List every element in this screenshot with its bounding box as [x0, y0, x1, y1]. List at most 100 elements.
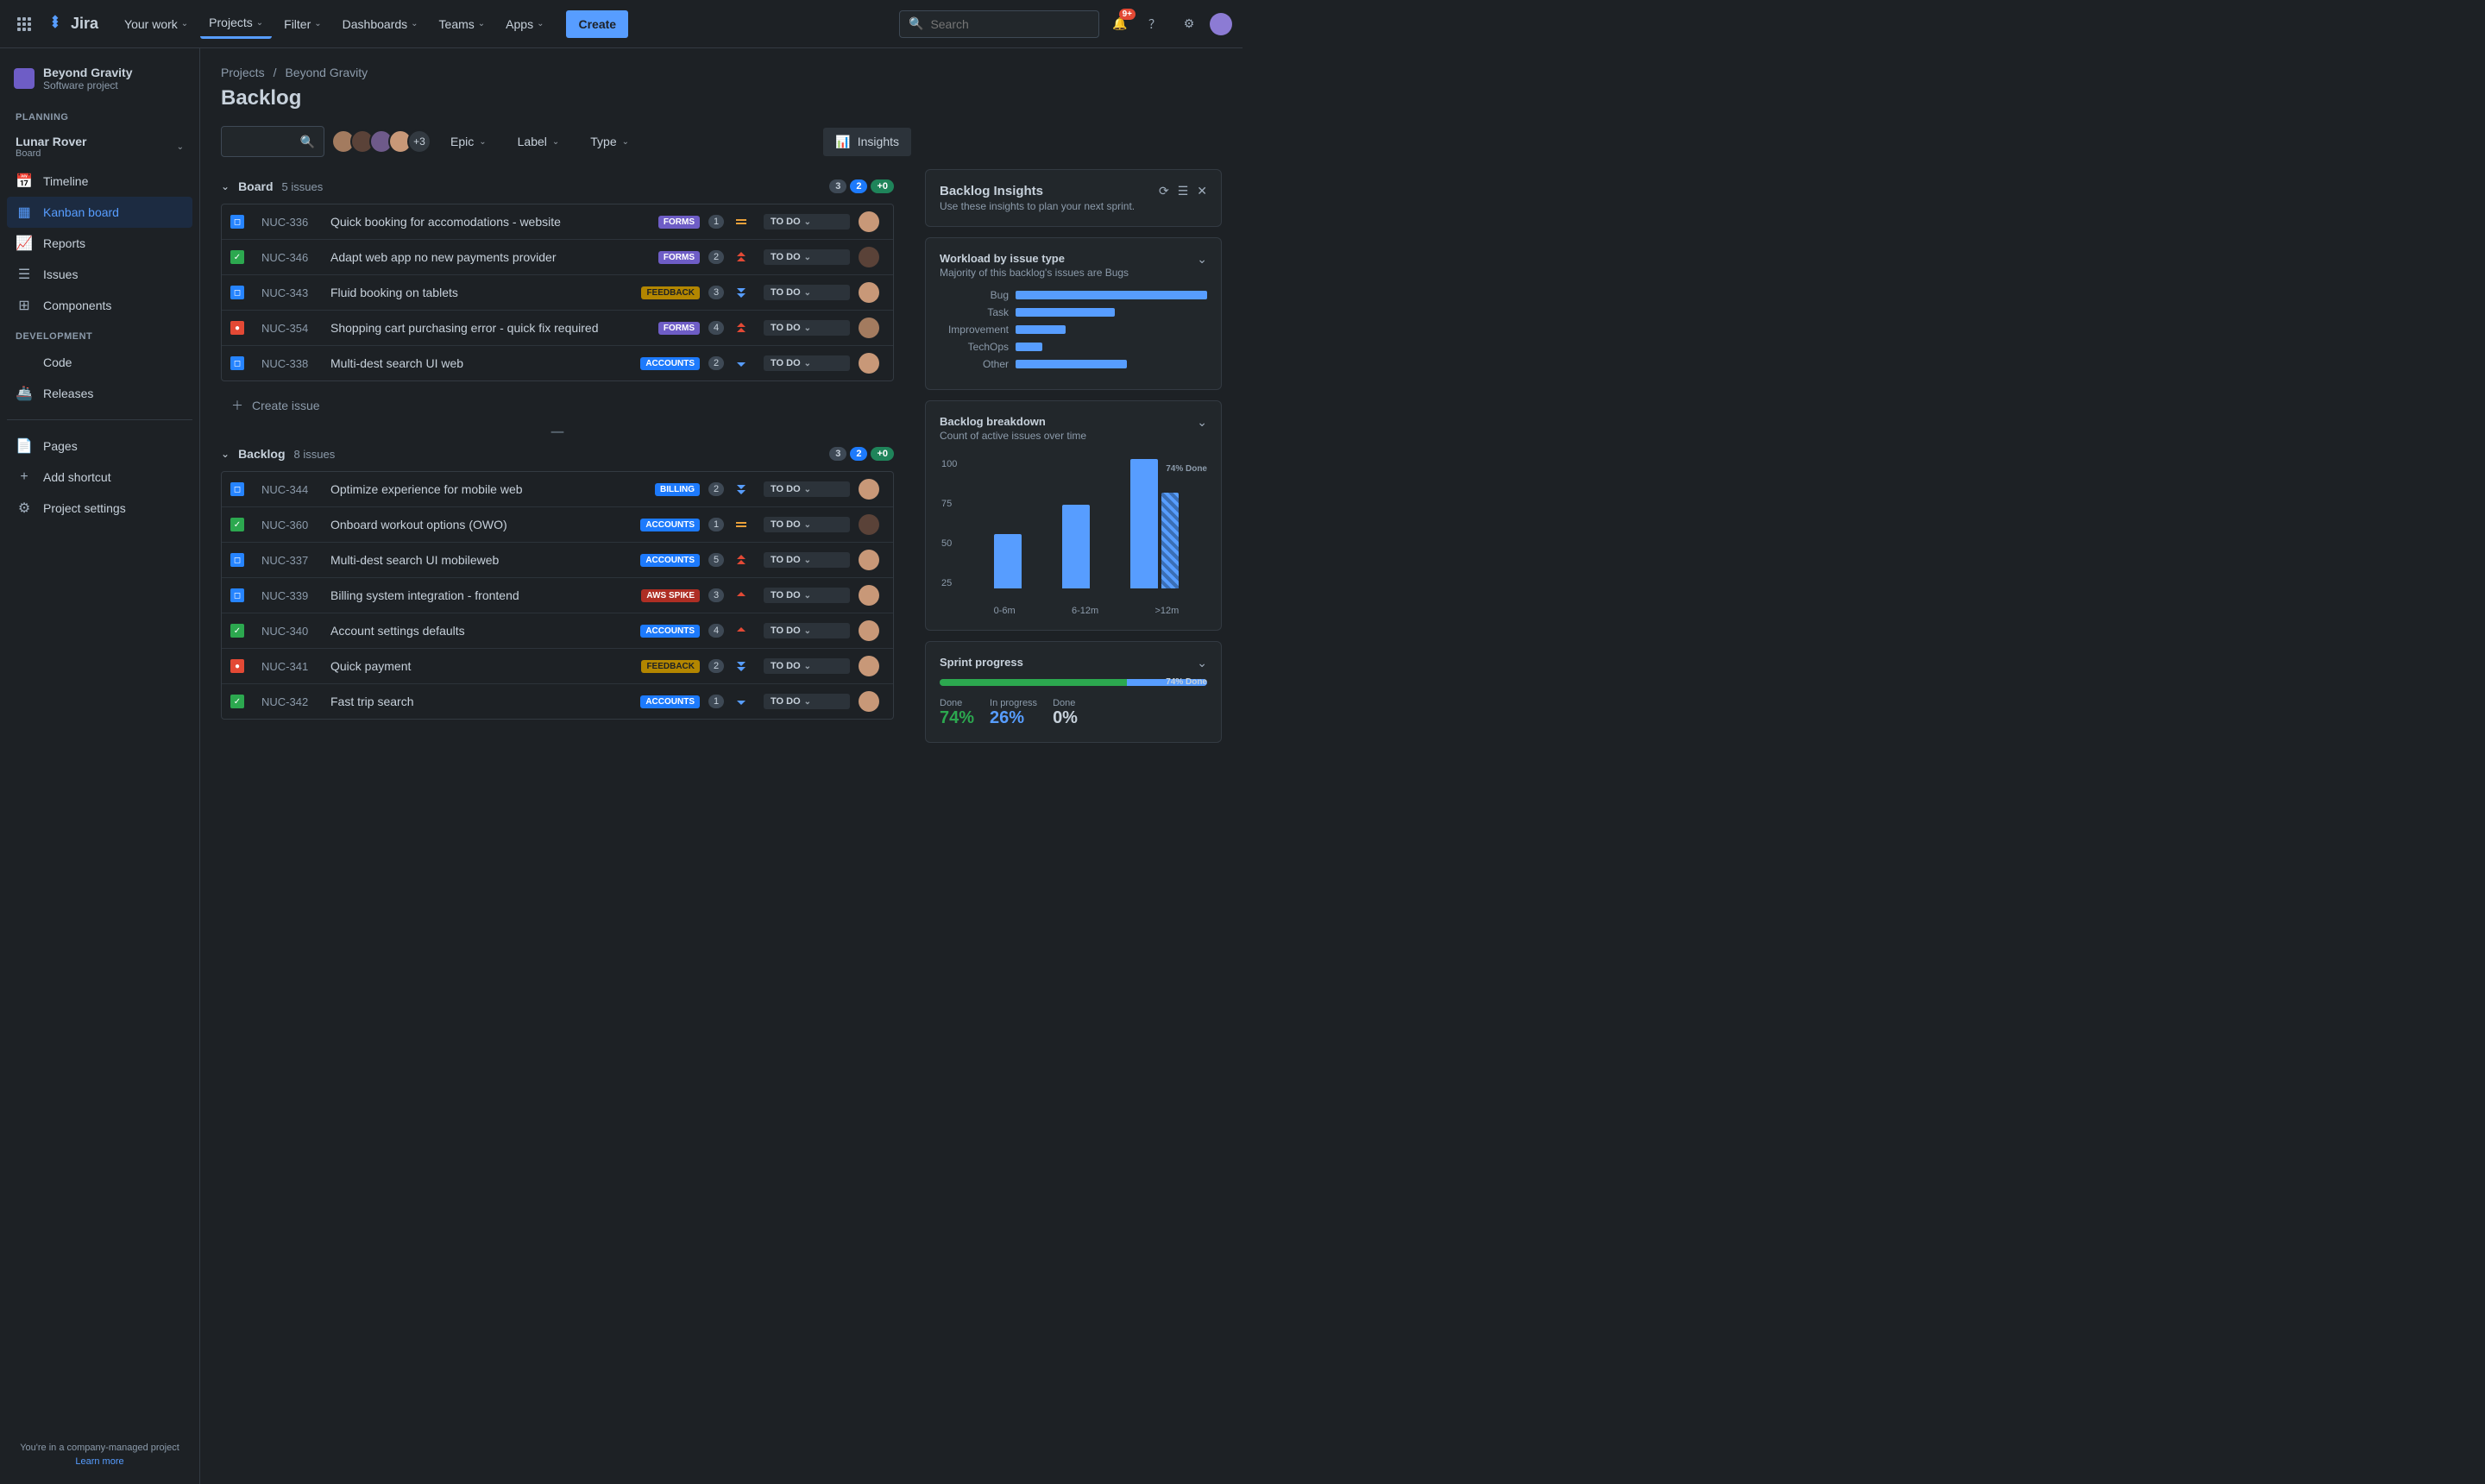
assignee-avatar[interactable]	[859, 514, 879, 535]
issue-row[interactable]: ◻ NUC-337 Multi-dest search UI mobileweb…	[222, 543, 893, 578]
chevron-down-icon[interactable]: ⌄	[1197, 252, 1207, 267]
create-issue-button[interactable]: ＋Create issue	[221, 388, 894, 423]
close-icon[interactable]: ✕	[1197, 184, 1207, 198]
status-dropdown[interactable]: TO DO ⌄	[764, 214, 850, 230]
sidebar-project-settings[interactable]: ⚙Project settings	[7, 493, 192, 524]
profile-avatar[interactable]	[1210, 13, 1232, 35]
assignee-filter-avatars[interactable]: +3	[337, 129, 431, 154]
assignee-avatar[interactable]	[859, 691, 879, 712]
board-selector[interactable]: Lunar Rover Board ⌄	[7, 128, 192, 166]
assignee-avatar[interactable]	[859, 318, 879, 338]
filter-type[interactable]: Type⌄	[583, 129, 636, 154]
issue-row[interactable]: ✓ NUC-346 Adapt web app no new payments …	[222, 240, 893, 275]
assignee-avatar[interactable]	[859, 353, 879, 374]
assignee-avatar[interactable]	[859, 247, 879, 267]
issue-key[interactable]: NUC-338	[261, 357, 322, 370]
resize-handle[interactable]: ━━	[221, 426, 894, 438]
issue-row[interactable]: ● NUC-354 Shopping cart purchasing error…	[222, 311, 893, 346]
issue-row[interactable]: ◻ NUC-344 Optimize experience for mobile…	[222, 472, 893, 507]
sidebar-add-shortcut[interactable]: +Add shortcut	[7, 462, 192, 493]
nav-item-apps[interactable]: Apps⌄	[497, 10, 552, 38]
issue-key[interactable]: NUC-336	[261, 216, 322, 229]
assignee-avatar[interactable]	[859, 620, 879, 641]
status-dropdown[interactable]: TO DO ⌄	[764, 285, 850, 300]
status-dropdown[interactable]: TO DO ⌄	[764, 320, 850, 336]
sidebar-code[interactable]: Code	[7, 347, 192, 378]
collapse-icon[interactable]: ⌄	[221, 448, 230, 460]
filter-epic[interactable]: Epic⌄	[444, 129, 494, 154]
issue-key[interactable]: NUC-343	[261, 286, 322, 299]
assignee-avatar[interactable]	[859, 211, 879, 232]
notifications-icon[interactable]: 🔔9+	[1106, 10, 1134, 38]
create-button[interactable]: Create	[566, 10, 628, 38]
top-nav: Jira Your work⌄Projects⌄Filter⌄Dashboard…	[0, 0, 1242, 48]
issue-key[interactable]: NUC-344	[261, 483, 322, 496]
collapse-icon[interactable]: ⌄	[221, 180, 230, 192]
issue-key[interactable]: NUC-339	[261, 589, 322, 602]
nav-item-teams[interactable]: Teams⌄	[431, 10, 494, 38]
status-dropdown[interactable]: TO DO ⌄	[764, 588, 850, 603]
insights-button[interactable]: 📊 Insights	[823, 128, 911, 156]
jira-logo[interactable]: Jira	[45, 14, 98, 35]
issue-key[interactable]: NUC-342	[261, 695, 322, 708]
issue-row[interactable]: ◻ NUC-339 Billing system integration - f…	[222, 578, 893, 613]
assignee-avatar[interactable]	[859, 479, 879, 500]
backlog-search[interactable]: 🔍	[221, 126, 324, 157]
nav-item-projects[interactable]: Projects⌄	[200, 9, 272, 39]
issue-key[interactable]: NUC-337	[261, 554, 322, 567]
sidebar-pages[interactable]: 📄Pages	[7, 431, 192, 462]
assignee-avatar[interactable]	[859, 585, 879, 606]
chevron-down-icon[interactable]: ⌄	[1197, 415, 1207, 430]
chevron-down-icon: ⌄	[177, 142, 184, 152]
nav-item-filter[interactable]: Filter⌄	[275, 10, 330, 38]
sidebar-components[interactable]: ⊞Components	[7, 290, 192, 321]
assignee-avatar[interactable]	[859, 656, 879, 676]
status-dropdown[interactable]: TO DO ⌄	[764, 623, 850, 638]
issue-key[interactable]: NUC-354	[261, 322, 322, 335]
issue-row[interactable]: ◻ NUC-338 Multi-dest search UI web ACCOU…	[222, 346, 893, 380]
settings-icon[interactable]: ⚙	[1175, 10, 1203, 38]
assignee-avatar[interactable]	[859, 282, 879, 303]
filter-label[interactable]: Label⌄	[511, 129, 567, 154]
global-search[interactable]: 🔍	[899, 10, 1099, 38]
issue-list-board: ◻ NUC-336 Quick booking for accomodation…	[221, 204, 894, 381]
status-dropdown[interactable]: TO DO ⌄	[764, 355, 850, 371]
sidebar-reports[interactable]: 📈Reports	[7, 228, 192, 259]
issue-row[interactable]: ✓ NUC-342 Fast trip search ACCOUNTS 1 TO…	[222, 684, 893, 719]
breadcrumb-projects[interactable]: Projects	[221, 66, 265, 79]
help-icon[interactable]: ？	[1141, 10, 1168, 38]
sidebar-kanban-board[interactable]: ▦Kanban board	[7, 197, 192, 228]
status-dropdown[interactable]: TO DO ⌄	[764, 481, 850, 497]
sidebar-releases[interactable]: 🚢Releases	[7, 378, 192, 409]
issue-row[interactable]: ◻ NUC-343 Fluid booking on tablets FEEDB…	[222, 275, 893, 311]
refresh-icon[interactable]: ⟳	[1159, 184, 1169, 198]
chevron-down-icon[interactable]: ⌄	[1197, 656, 1207, 670]
issue-row[interactable]: ✓ NUC-340 Account settings defaults ACCO…	[222, 613, 893, 649]
breadcrumb-project[interactable]: Beyond Gravity	[285, 66, 368, 79]
project-header[interactable]: Beyond Gravity Software project	[7, 66, 192, 102]
status-dropdown[interactable]: TO DO ⌄	[764, 658, 850, 674]
issue-row[interactable]: ✓ NUC-360 Onboard workout options (OWO) …	[222, 507, 893, 543]
issue-key[interactable]: NUC-360	[261, 519, 322, 531]
issue-row[interactable]: ◻ NUC-336 Quick booking for accomodation…	[222, 204, 893, 240]
avatar-overflow[interactable]: +3	[407, 129, 431, 154]
issue-key[interactable]: NUC-346	[261, 251, 322, 264]
sidebar-issues[interactable]: ☰Issues	[7, 259, 192, 290]
status-dropdown[interactable]: TO DO ⌄	[764, 249, 850, 265]
settings-sliders-icon[interactable]: ☰	[1178, 184, 1189, 198]
assignee-avatar[interactable]	[859, 550, 879, 570]
nav-item-dashboards[interactable]: Dashboards⌄	[334, 10, 427, 38]
issue-row[interactable]: ● NUC-341 Quick payment FEEDBACK 2 TO DO…	[222, 649, 893, 684]
priority-lowest-icon	[734, 659, 748, 673]
status-dropdown[interactable]: TO DO ⌄	[764, 694, 850, 709]
search-input[interactable]	[930, 17, 1090, 31]
status-dropdown[interactable]: TO DO ⌄	[764, 552, 850, 568]
issue-key[interactable]: NUC-340	[261, 625, 322, 638]
learn-more-link[interactable]: Learn more	[14, 1456, 186, 1467]
sidebar-timeline[interactable]: 📅Timeline	[7, 166, 192, 197]
issue-key[interactable]: NUC-341	[261, 660, 322, 673]
chart-bar	[1130, 459, 1158, 588]
app-switcher-icon[interactable]	[10, 10, 38, 38]
nav-item-your-work[interactable]: Your work⌄	[116, 10, 197, 38]
status-dropdown[interactable]: TO DO ⌄	[764, 517, 850, 532]
